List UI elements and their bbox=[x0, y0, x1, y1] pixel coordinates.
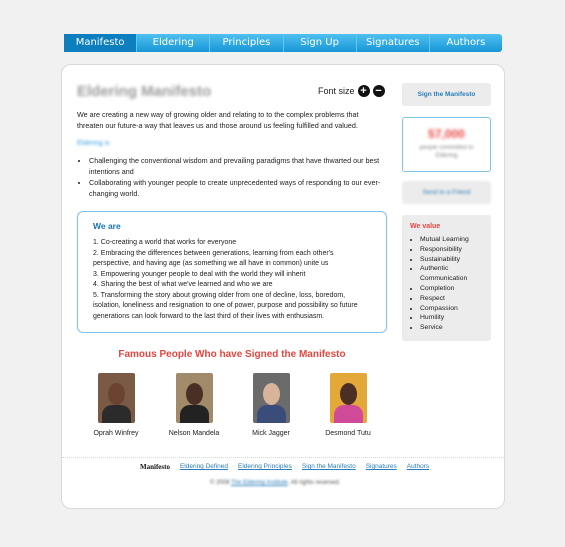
top-nav: Manifesto Eldering Principles Sign Up Si… bbox=[64, 34, 502, 52]
value-item: Compassion bbox=[420, 304, 483, 314]
we-are-title: We are bbox=[93, 221, 121, 231]
photo-face bbox=[339, 383, 357, 405]
we-are-item: 3. Empowering younger people to deal wit… bbox=[93, 270, 306, 278]
signature-count-box: 57,000 people committed to Eldering bbox=[402, 117, 491, 172]
signature-count: 57,000 bbox=[428, 127, 465, 141]
photo-body bbox=[256, 405, 286, 423]
we-are-list: 1. Co-creating a world that works for ev… bbox=[93, 238, 371, 322]
person-photo[interactable] bbox=[97, 373, 135, 423]
footer-link-signatures[interactable]: Signatures bbox=[366, 463, 397, 471]
nav-manifesto[interactable]: Manifesto bbox=[64, 34, 138, 52]
nav-sign-up[interactable]: Sign Up bbox=[284, 34, 357, 52]
photo-body bbox=[179, 405, 209, 423]
person-nelson-mandela[interactable]: Nelson Mandela bbox=[164, 373, 224, 437]
person-name: Oprah Winfrey bbox=[93, 430, 139, 437]
signature-count-label: people committed to Eldering bbox=[403, 144, 490, 160]
value-item: Responsibility bbox=[420, 245, 483, 255]
person-photo[interactable] bbox=[329, 373, 367, 423]
we-value-title: We value bbox=[410, 223, 441, 230]
photo-face bbox=[107, 383, 125, 405]
we-are-item: 4. Sharing the best of what we've learne… bbox=[93, 281, 273, 288]
we-are-item: 5. Transforming the story about growing … bbox=[93, 291, 358, 320]
famous-people-title: Famous People Who have Signed the Manife… bbox=[118, 349, 346, 360]
count-label-line: Eldering bbox=[435, 153, 458, 159]
footer-link-eldering-defined[interactable]: Eldering Defined bbox=[180, 463, 228, 471]
nav-eldering[interactable]: Eldering bbox=[137, 34, 211, 52]
copyright: © 2008 The Eldering Institute. All right… bbox=[210, 480, 340, 486]
eldering-bullets: Challenging the conventional wisdom and … bbox=[89, 156, 389, 200]
count-label-line: people committed to bbox=[419, 145, 474, 151]
font-size-control: Font size + − bbox=[318, 85, 385, 97]
person-name: Mick Jagger bbox=[252, 430, 290, 437]
we-are-box: We are 1. Co-creating a world that works… bbox=[77, 211, 387, 333]
photo-face bbox=[185, 383, 203, 405]
copyright-year: © 2008 bbox=[210, 480, 230, 486]
we-are-item: 2. Embracing the differences between gen… bbox=[93, 249, 334, 268]
footer-current-page: Manifesto bbox=[140, 463, 170, 471]
value-item: Authentic Communication bbox=[420, 264, 483, 284]
person-mick-jagger[interactable]: Mick Jagger bbox=[241, 373, 301, 437]
person-name: Nelson Mandela bbox=[168, 430, 220, 437]
content-card: Eldering Manifesto Font size + − We are … bbox=[61, 64, 505, 509]
we-are-item: 1. Co-creating a world that works for ev… bbox=[93, 239, 237, 246]
nav-principles[interactable]: Principles bbox=[210, 34, 284, 52]
copyright-org-link[interactable]: The Eldering Institute bbox=[231, 480, 288, 486]
bullet-item: Collaborating with younger people to cre… bbox=[89, 178, 389, 199]
we-value-list: Mutual Learning Responsibility Sustainab… bbox=[410, 235, 483, 333]
value-item: Sustainability bbox=[420, 255, 483, 265]
footer-link-authors[interactable]: Authors bbox=[407, 463, 429, 471]
person-desmond-tutu[interactable]: Desmond Tutu bbox=[318, 373, 378, 437]
sign-manifesto-button[interactable]: Sign the Manifesto bbox=[402, 83, 491, 106]
photo-face bbox=[262, 383, 280, 405]
page-title: Eldering Manifesto bbox=[77, 83, 212, 100]
we-value-box: We value Mutual Learning Responsibility … bbox=[402, 215, 491, 341]
value-item: Service bbox=[420, 323, 483, 333]
value-item: Respect bbox=[420, 294, 483, 304]
value-item: Completion bbox=[420, 284, 483, 294]
value-item: Mutual Learning bbox=[420, 235, 483, 245]
font-increase-icon[interactable]: + bbox=[357, 85, 370, 97]
value-item: Humility bbox=[420, 313, 483, 323]
font-decrease-icon[interactable]: − bbox=[372, 85, 385, 97]
person-photo[interactable] bbox=[252, 373, 290, 423]
footer-divider bbox=[62, 457, 504, 458]
send-to-friend-button[interactable]: Send to a Friend bbox=[402, 181, 491, 204]
photo-body bbox=[333, 405, 363, 423]
person-photo[interactable] bbox=[175, 373, 213, 423]
intro-paragraph: We are creating a new way of growing old… bbox=[77, 110, 359, 130]
bullet-item: Challenging the conventional wisdom and … bbox=[89, 156, 389, 177]
person-oprah-winfrey[interactable]: Oprah Winfrey bbox=[86, 373, 146, 437]
footer-link-sign-manifesto[interactable]: Sign the Manifesto bbox=[302, 463, 356, 471]
eldering-is-subhead: Eldering is bbox=[77, 140, 110, 147]
copyright-suffix: . All rights reserved. bbox=[287, 480, 341, 486]
nav-signatures[interactable]: Signatures bbox=[357, 34, 430, 52]
footer-nav: Manifesto Eldering Defined Eldering Prin… bbox=[140, 463, 429, 471]
person-name: Desmond Tutu bbox=[325, 430, 371, 437]
nav-authors[interactable]: Authors bbox=[430, 34, 502, 52]
font-size-label: Font size bbox=[318, 86, 355, 96]
photo-body bbox=[101, 405, 131, 423]
footer-link-eldering-principles[interactable]: Eldering Principles bbox=[238, 463, 292, 471]
